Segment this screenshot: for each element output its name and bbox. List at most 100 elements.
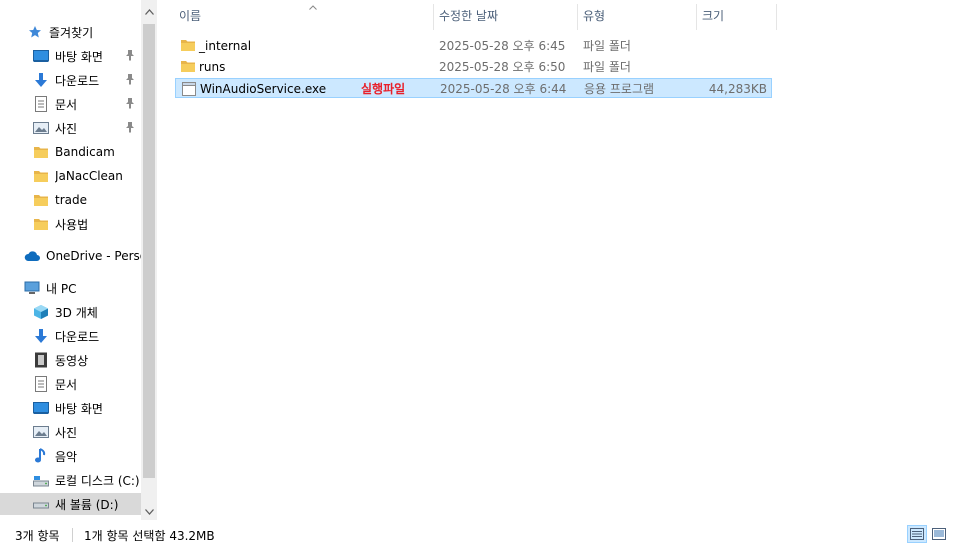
nav-label: 3D 개체	[55, 305, 98, 320]
file-row[interactable]: runs 2025-05-28 오후 6:50 파일 폴더	[175, 57, 772, 77]
folder-icon	[180, 59, 196, 75]
nav-item-문서[interactable]: 문서	[0, 93, 141, 115]
music-icon	[33, 448, 49, 464]
large-icons-view-button[interactable]	[929, 525, 949, 543]
nav-label: 사진	[55, 425, 78, 440]
nav-item-JaNacClean[interactable]: JaNacClean	[0, 165, 141, 187]
folder-icon	[180, 38, 196, 54]
folder-icon	[33, 168, 49, 184]
download-icon	[33, 72, 49, 88]
folder-icon	[33, 144, 49, 160]
nav-label: trade	[55, 193, 87, 207]
3d-objects-icon	[33, 304, 49, 320]
nav-label: 다운로드	[55, 73, 100, 88]
nav-label: Bandicam	[55, 145, 115, 159]
nav-label: 다운로드	[55, 329, 100, 344]
file-name: runs	[199, 60, 226, 74]
details-view-icon	[910, 528, 924, 540]
nav-label: 바탕 화면	[55, 401, 103, 416]
status-divider	[72, 528, 73, 542]
application-icon	[181, 81, 197, 97]
nav-label: 사용법	[55, 217, 89, 232]
file-date: 2025-05-28 오후 6:45	[439, 39, 566, 53]
file-type: 파일 폴더	[583, 60, 631, 74]
nav-item-사진[interactable]: 사진	[0, 117, 141, 139]
star-icon	[27, 24, 43, 40]
file-name: _internal	[199, 39, 252, 53]
nav-item-다운로드[interactable]: 다운로드	[0, 69, 141, 91]
scroll-up-icon[interactable]	[141, 4, 157, 20]
pin-icon	[125, 73, 137, 87]
column-label: 이름	[179, 8, 202, 23]
column-header-size[interactable]: 크기	[696, 0, 776, 30]
file-type: 파일 폴더	[583, 39, 631, 53]
nav-scrollbar[interactable]	[141, 0, 157, 520]
nav-item-바탕-화면[interactable]: 바탕 화면	[0, 397, 141, 419]
nav-item-새-볼륨-(D:)[interactable]: 새 볼륨 (D:)	[0, 493, 141, 515]
nav-item-동영상[interactable]: 동영상	[0, 349, 141, 371]
column-header-type[interactable]: 유형	[577, 0, 696, 30]
pin-icon	[125, 49, 137, 63]
nav-label: 문서	[55, 377, 78, 392]
nav-item-로컬-디스크-(C:)[interactable]: 로컬 디스크 (C:)	[0, 469, 141, 491]
pictures-icon	[33, 120, 49, 136]
nav-label: OneDrive - Personal	[46, 249, 141, 263]
drive-icon	[33, 496, 49, 512]
desktop-icon	[33, 400, 49, 416]
file-list: 이름 수정한 날짜 유형 크기 _internal 2025-05-28 오후 6…	[160, 0, 955, 520]
status-selection: 1개 항목 선택함 43.2MB	[84, 529, 215, 543]
document-icon	[33, 376, 49, 392]
pictures-icon	[33, 424, 49, 440]
nav-item-음악[interactable]: 음악	[0, 445, 141, 467]
nav-item-바탕-화면[interactable]: 바탕 화면	[0, 45, 141, 67]
scroll-thumb[interactable]	[143, 24, 155, 478]
nav-quick-access[interactable]: 즐겨찾기	[0, 21, 141, 43]
nav-label: 음악	[55, 449, 78, 464]
column-label: 수정한 날짜	[439, 8, 499, 23]
nav-this-pc[interactable]: 내 PC	[0, 277, 141, 299]
computer-icon	[24, 280, 40, 296]
column-header-name[interactable]: 이름	[173, 0, 433, 30]
desktop-icon	[33, 48, 49, 64]
details-view-button[interactable]	[907, 525, 927, 543]
navigation-pane: 즐겨찾기 OneDrive - Personal 내 PC 바탕 화면다운로드문…	[0, 0, 141, 518]
pin-icon	[125, 97, 137, 111]
nav-label: 바탕 화면	[55, 49, 103, 64]
nav-item-사용법[interactable]: 사용법	[0, 213, 141, 235]
nav-label: 사진	[55, 121, 78, 136]
file-date: 2025-05-28 오후 6:44	[440, 82, 567, 96]
folder-icon	[33, 192, 49, 208]
file-row[interactable]: WinAudioService.exe 2025-05-28 오후 6:44 응용 …	[175, 78, 772, 98]
local-disk-icon	[33, 472, 49, 488]
file-date: 2025-05-28 오후 6:50	[439, 60, 566, 74]
nav-item-사진[interactable]: 사진	[0, 421, 141, 443]
file-size: 44,283KB	[708, 82, 767, 96]
folder-icon	[33, 216, 49, 232]
status-item-count: 3개 항목	[15, 529, 60, 543]
column-divider[interactable]	[776, 4, 777, 30]
file-type: 응용 프로그램	[584, 82, 655, 96]
cloud-icon	[24, 248, 40, 264]
nav-label: 내 PC	[46, 281, 77, 296]
nav-item-trade[interactable]: trade	[0, 189, 141, 211]
nav-label: 문서	[55, 97, 78, 112]
pin-icon	[125, 121, 137, 135]
nav-item-다운로드[interactable]: 다운로드	[0, 325, 141, 347]
nav-item-3D-개체[interactable]: 3D 개체	[0, 301, 141, 323]
video-icon	[33, 352, 49, 368]
column-header-date[interactable]: 수정한 날짜	[433, 0, 577, 30]
nav-label: 로컬 디스크 (C:)	[55, 473, 140, 488]
sort-ascending-icon	[309, 3, 317, 12]
nav-onedrive[interactable]: OneDrive - Personal	[0, 245, 141, 267]
column-label: 크기	[702, 8, 725, 23]
download-icon	[33, 328, 49, 344]
file-name: WinAudioService.exe	[200, 82, 327, 96]
nav-label: JaNacClean	[55, 169, 123, 183]
file-row[interactable]: _internal 2025-05-28 오후 6:45 파일 폴더	[175, 36, 772, 56]
nav-item-문서[interactable]: 문서	[0, 373, 141, 395]
nav-label: 새 볼륨 (D:)	[55, 497, 119, 512]
large-icons-view-icon	[932, 528, 946, 540]
scroll-down-icon[interactable]	[141, 504, 157, 520]
nav-label: 즐겨찾기	[49, 25, 94, 40]
nav-item-Bandicam[interactable]: Bandicam	[0, 141, 141, 163]
